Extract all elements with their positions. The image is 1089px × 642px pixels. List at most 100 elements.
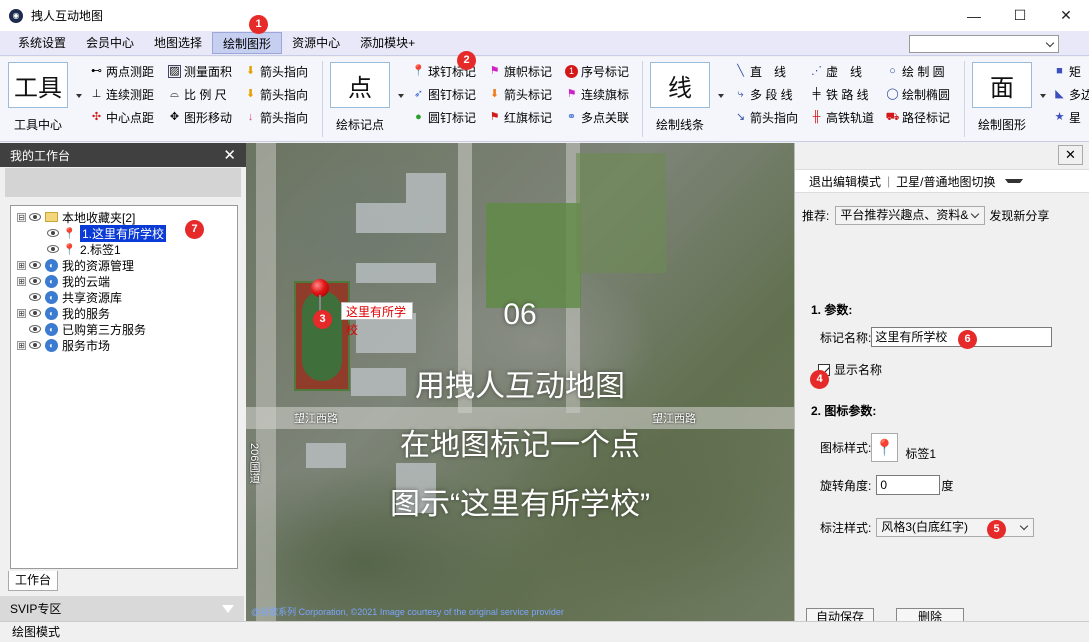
- close-icon[interactable]: ✕: [1058, 145, 1083, 165]
- tool-center-big-label: 工具: [8, 62, 68, 108]
- tree-node-shared-library[interactable]: ◐ 共享资源库: [11, 289, 237, 305]
- menu-system-settings[interactable]: 系统设置: [8, 32, 76, 54]
- measure-area-button[interactable]: ▨ 测量面积: [168, 61, 232, 81]
- continuous-flag-button[interactable]: ⚑ 连续旗标: [565, 84, 629, 104]
- draw-circle-button[interactable]: ○ 绘 制 圆: [886, 61, 945, 81]
- arrow-down-icon: ↓: [247, 110, 254, 123]
- continuous-distance-button[interactable]: ⊥ 连续测距: [90, 84, 154, 104]
- arrow-marker-button[interactable]: ⬇ 箭头标记: [488, 84, 552, 104]
- eye-icon[interactable]: [29, 341, 41, 349]
- expand-icon[interactable]: ⊞: [17, 308, 26, 318]
- recommend-select[interactable]: 平台推荐兴趣点、资料&: [835, 206, 986, 225]
- red-flag-icon: ⚑: [489, 110, 500, 123]
- flag-marker-button[interactable]: ⚑ 旗帜标记: [488, 61, 552, 81]
- star-icon: ★: [1054, 110, 1065, 123]
- map-type-toggle-button[interactable]: 卫星/普通地图切换: [890, 173, 1001, 190]
- eye-icon[interactable]: [29, 309, 41, 317]
- icon-name: 标签1: [905, 447, 937, 461]
- center-distance-button[interactable]: ✣ 中心点距: [90, 107, 154, 127]
- polygon-button[interactable]: ◣ 多边: [1053, 84, 1089, 104]
- draw-line-button[interactable]: 线 绘制线条: [650, 62, 724, 133]
- dashed-line-icon: ⋰: [811, 64, 822, 77]
- collapse-icon[interactable]: ⊟: [17, 212, 26, 222]
- menu-member-center[interactable]: 会员中心: [76, 32, 144, 54]
- chevron-down-icon[interactable]: [76, 94, 82, 98]
- scale-button[interactable]: ⌓ 比 例 尺: [168, 84, 227, 104]
- two-point-distance-button[interactable]: ⊷ 两点测距: [90, 61, 154, 81]
- polyline-icon: ⤷: [737, 87, 744, 100]
- eye-icon[interactable]: [47, 229, 59, 237]
- flag-marker-label: 旗帜标记: [504, 64, 553, 79]
- draw-line-label: 绘制线条: [655, 118, 704, 132]
- polyline-button[interactable]: ⤷ 多 段 线: [734, 84, 792, 104]
- chevron-down-icon[interactable]: [1040, 94, 1046, 98]
- multi-point-link-button[interactable]: ⚭ 多点关联: [565, 107, 629, 127]
- draw-area-button[interactable]: 面 绘制图形: [972, 62, 1046, 133]
- center-point-icon: ✣: [91, 110, 102, 123]
- eye-icon[interactable]: [29, 213, 41, 221]
- tree-node-marker-label1[interactable]: 📍 2.标签1: [11, 241, 237, 257]
- high-speed-rail-button[interactable]: ╫ 高铁轨道: [810, 107, 874, 127]
- arrow-pointer-button-2[interactable]: ⬇ 箭头指向: [244, 84, 308, 104]
- draw-ellipse-button[interactable]: ◯ 绘制椭圆: [886, 84, 950, 104]
- ribbon-separator: [964, 61, 965, 137]
- tree-node-service-market[interactable]: ⊞ ◐ 服务市场: [11, 337, 237, 353]
- tree-node-third-party[interactable]: ◐ 已购第三方服务: [11, 321, 237, 337]
- expand-icon[interactable]: ⊞: [17, 340, 26, 350]
- eye-icon[interactable]: [47, 245, 59, 253]
- railway-line-button[interactable]: ╪ 铁 路 线: [810, 84, 869, 104]
- maximize-button[interactable]: ☐: [997, 0, 1043, 31]
- pin-icon: 📍: [62, 227, 77, 240]
- close-icon[interactable]: ✕: [223, 146, 236, 164]
- chevron-down-icon[interactable]: [1005, 179, 1024, 183]
- menu-add-module[interactable]: 添加模块+: [350, 32, 425, 54]
- line-arrow-button[interactable]: ↘ 箭头指向: [734, 107, 798, 127]
- dashed-line-button[interactable]: ⋰ 虚 线: [810, 61, 862, 81]
- path-marker-button[interactable]: ⛟ 路径标记: [886, 107, 950, 127]
- tree-node-my-services[interactable]: ⊞ ◐ 我的服务: [11, 305, 237, 321]
- move-shape-button[interactable]: ✥ 图形移动: [168, 107, 232, 127]
- arrow-pointer-button-1[interactable]: ⬇ 箭头指向: [244, 61, 308, 81]
- map-canvas[interactable]: 望江西路 望江西路 206国道 这里有所学校 06 用拽人互动地图 在地图标记一…: [246, 143, 794, 621]
- menu-draw-shapes[interactable]: 绘制图形: [212, 32, 283, 54]
- number-marker-button[interactable]: 1 序号标记: [565, 61, 629, 81]
- rectangle-button[interactable]: ■ 矩: [1053, 61, 1081, 81]
- svip-section[interactable]: SVIP专区: [0, 596, 244, 621]
- menu-resource-center[interactable]: 资源中心: [282, 32, 350, 54]
- draw-point-button[interactable]: 点 绘标记点: [330, 62, 404, 133]
- tree-node-my-cloud[interactable]: ⊞ ◐ 我的云端: [11, 273, 237, 289]
- round-pin-marker-button[interactable]: ● 圆钉标记: [412, 107, 476, 127]
- tree-node-resource-management[interactable]: ⊞ ◐ 我的资源管理: [11, 257, 237, 273]
- map-building: [356, 263, 436, 283]
- straight-line-button[interactable]: ╲ 直 线: [734, 61, 786, 81]
- exit-edit-mode-button[interactable]: 退出编辑模式: [803, 173, 887, 190]
- eye-icon[interactable]: [29, 261, 41, 269]
- arrow-pointer-button-3[interactable]: ↓ 箭头指向: [244, 107, 308, 127]
- thumbtack-marker-button[interactable]: ➶ 图钉标记: [412, 84, 476, 104]
- icon-style-picker[interactable]: 📍: [871, 433, 899, 462]
- expand-icon[interactable]: ⊞: [17, 260, 26, 270]
- tree-node-label: 共享资源库: [62, 290, 123, 305]
- eye-icon[interactable]: [29, 293, 41, 301]
- chevron-down-icon[interactable]: [398, 94, 404, 98]
- tab-workbench[interactable]: 工作台: [8, 571, 58, 591]
- rotation-input[interactable]: 0: [876, 475, 941, 495]
- discover-link[interactable]: 发现新分享: [989, 207, 1049, 224]
- tree-node-local-favorites[interactable]: ⊟ 本地收藏夹[2]: [11, 209, 237, 225]
- auto-save-button[interactable]: 自动保存: [806, 608, 874, 621]
- draw-point-big-label: 点: [330, 62, 390, 108]
- eye-icon[interactable]: [29, 325, 41, 333]
- link-icon: ⚭: [566, 110, 577, 123]
- tool-center-button[interactable]: 工具 工具中心: [8, 62, 82, 133]
- star-button[interactable]: ★ 星: [1053, 107, 1081, 127]
- eye-icon[interactable]: [29, 277, 41, 285]
- expand-icon[interactable]: ⊞: [17, 276, 26, 286]
- minimize-button[interactable]: —: [951, 0, 997, 31]
- red-flag-marker-button[interactable]: ⚑ 红旗标记: [488, 107, 552, 127]
- label-style-select[interactable]: 风格3(白底红字): [876, 518, 1035, 537]
- close-window-button[interactable]: ✕: [1043, 0, 1089, 31]
- menu-map-select[interactable]: 地图选择: [144, 32, 212, 54]
- location-search-combo[interactable]: [909, 35, 1059, 53]
- delete-button[interactable]: 删除: [896, 608, 964, 621]
- chevron-down-icon[interactable]: [718, 94, 724, 98]
